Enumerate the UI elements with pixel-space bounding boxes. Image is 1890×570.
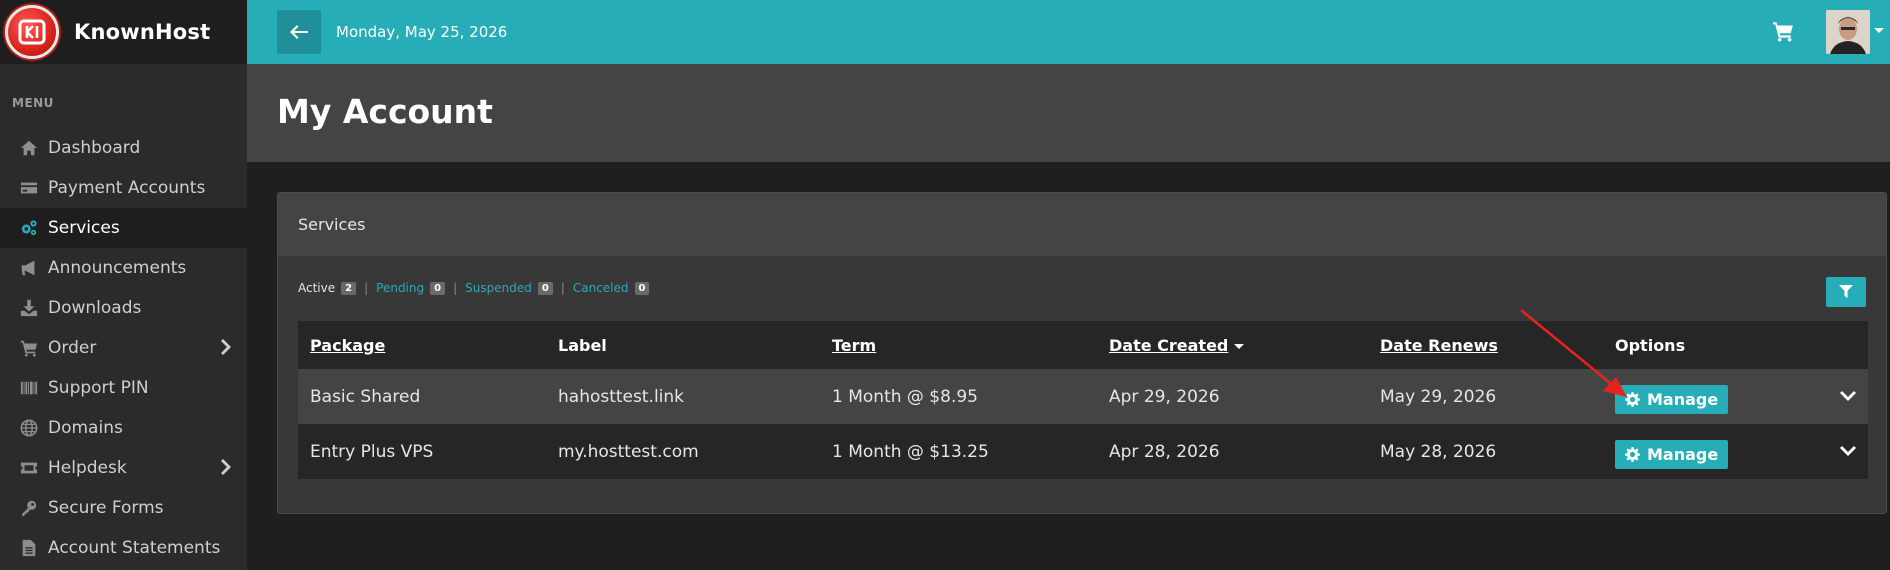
page-header: My Account [247,64,1890,162]
cell-expand[interactable] [1828,424,1868,479]
page-title: My Account [277,92,493,131]
sidebar-item-secure-forms[interactable]: Secure Forms [0,488,247,528]
separator: | [560,281,565,295]
funnel-icon [1839,285,1853,298]
knownhost-logo [5,5,59,59]
file-icon [18,539,40,557]
count-badge: 0 [537,281,553,295]
current-date: Monday, May 25, 2026 [336,23,508,41]
cell-label: hahosttest.link [558,386,685,407]
cell-package: Entry Plus VPS [310,441,434,462]
filter-label: Suspended [465,281,532,295]
separator: | [364,281,369,295]
filter-active[interactable]: Active 2 [298,281,357,295]
chevron-right-icon [219,339,231,357]
sidebar-item-label: Downloads [48,298,142,318]
home-icon [18,139,40,157]
sidebar-item-helpdesk[interactable]: Helpdesk [0,448,247,488]
cell-expand[interactable] [1828,369,1868,424]
sidebar-item-label: Dashboard [48,138,141,158]
column-header-package[interactable]: Package [298,321,546,369]
table-row[interactable]: Entry Plus VPS my.hosttest.com 1 Month @… [298,424,1868,479]
chevron-down-icon[interactable] [1840,442,1856,462]
card-title: Services [278,193,1886,257]
manage-button-label: Manage [1647,445,1719,464]
sidebar-item-label: Support PIN [48,378,149,398]
manage-button-label: Manage [1647,390,1719,409]
sidebar-item-label: Secure Forms [48,498,164,518]
sidebar: KnownHost MENU Dashboard Payment Account… [0,0,247,570]
cell-date-created: Apr 29, 2026 [1109,386,1220,407]
sidebar-item-label: Payment Accounts [48,178,206,198]
chevron-down-icon[interactable] [1840,387,1856,407]
user-photo [1826,10,1870,54]
megaphone-icon [18,259,40,277]
filter-canceled[interactable]: Canceled 0 [573,281,650,295]
cart-icon [18,339,40,357]
download-icon [18,299,40,317]
column-header-term[interactable]: Term [820,321,1097,369]
brand[interactable]: KnownHost [0,0,247,64]
sidebar-item-label: Announcements [48,258,187,278]
column-header-label: Label [558,335,607,355]
gear-icon [1625,447,1640,462]
filter-label: Pending [376,281,425,295]
count-badge: 2 [341,281,357,295]
sidebar-item-support-pin[interactable]: Support PIN [0,368,247,408]
key-icon [18,499,40,517]
sidebar-item-dashboard[interactable]: Dashboard [0,128,247,168]
services-card: Services Active 2 | Pending 0 | Suspende… [277,192,1887,514]
sidebar-item-order[interactable]: Order [0,328,247,368]
cell-date-created: Apr 28, 2026 [1109,441,1220,462]
sidebar-item-account-statements[interactable]: Account Statements [0,528,247,568]
sidebar-nav: Dashboard Payment Accounts Services Anno… [0,128,247,568]
sidebar-item-label: Helpdesk [48,458,127,478]
filter-label: Canceled [572,281,629,295]
cell-date-renews: May 28, 2026 [1380,441,1497,462]
back-button[interactable] [277,10,321,54]
cell-label: my.hosttest.com [558,441,699,462]
sidebar-item-label: Services [48,218,120,238]
cart-icon[interactable] [1772,20,1794,42]
separator: | [453,281,458,295]
sidebar-item-downloads[interactable]: Downloads [0,288,247,328]
barcode-icon [18,379,40,397]
sidebar-item-announcements[interactable]: Announcements [0,248,247,288]
sidebar-item-label: Account Statements [48,538,221,558]
chevron-down-icon[interactable] [1874,28,1884,33]
ticket-icon [18,459,40,477]
column-header-date-created[interactable]: Date Created [1097,321,1368,369]
sort-desc-icon [1234,343,1245,349]
chevron-right-icon [219,459,231,477]
sidebar-item-services[interactable]: Services [0,208,247,248]
logo-mark-icon [18,19,46,45]
credit-card-icon [18,179,40,197]
manage-button[interactable]: Manage [1615,440,1729,469]
count-badge: 0 [430,281,446,295]
brand-name: KnownHost [74,20,211,44]
column-header-expand [1828,321,1868,369]
topbar: Monday, May 25, 2026 [247,0,1890,64]
filter-button[interactable] [1826,277,1866,307]
cell-term: 1 Month @ $8.95 [832,386,978,407]
filter-label: Active [298,281,336,295]
arrow-left-icon [290,25,308,39]
sidebar-item-label: Domains [48,418,123,438]
cell-package: Basic Shared [310,386,421,407]
cell-options: Manage [1603,424,1828,479]
filter-suspended[interactable]: Suspended 0 [465,281,553,295]
avatar[interactable] [1826,10,1870,54]
count-badge: 0 [634,281,650,295]
cell-term: 1 Month @ $13.25 [832,441,989,462]
sidebar-item-payment-accounts[interactable]: Payment Accounts [0,168,247,208]
menu-header: MENU [12,96,54,110]
sidebar-item-domains[interactable]: Domains [0,408,247,448]
sidebar-item-label: Order [48,338,97,358]
globe-icon [18,419,40,437]
status-filters: Active 2 | Pending 0 | Suspended 0 | Can… [298,281,650,295]
cogs-icon [18,219,40,237]
annotation-arrow [1520,309,1627,397]
filter-pending[interactable]: Pending 0 [376,281,446,295]
